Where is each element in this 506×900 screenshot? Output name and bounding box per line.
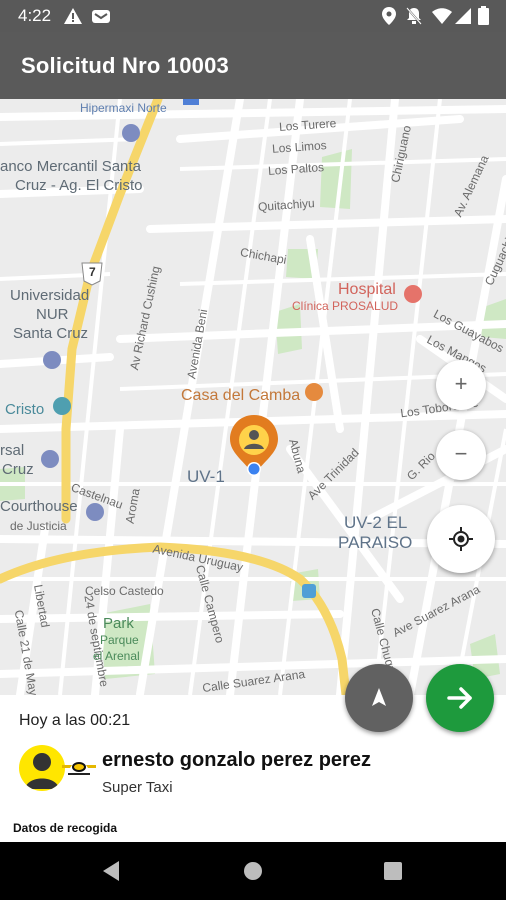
status-bar: 4:22 (0, 0, 506, 32)
driver-avatar (19, 745, 65, 791)
route-shield-label: 7 (89, 265, 96, 279)
map-label: anco Mercantil Santa (0, 158, 141, 175)
map-label: Celso Castedo (85, 584, 164, 598)
map-label: UV-2 EL (344, 513, 408, 532)
map-label: NUR (36, 306, 69, 323)
warning-icon (64, 8, 82, 24)
back-icon[interactable] (101, 861, 121, 881)
zoom-out-button[interactable]: − (436, 430, 486, 480)
map-label: Cruz - Ag. El Cristo (15, 177, 143, 194)
mute-icon (406, 7, 422, 25)
signal-icon (455, 8, 471, 24)
arrow-right-icon (447, 687, 472, 709)
driver-name: ernesto gonzalo perez perez (102, 749, 371, 771)
navigate-button[interactable] (345, 664, 413, 732)
battery-icon (478, 6, 489, 25)
map-label: Parque (100, 633, 139, 647)
notification-icon (92, 10, 110, 23)
map-label: Clínica PROSALUD (292, 299, 399, 313)
map-label: PARAISO (338, 533, 413, 552)
my-location-button[interactable] (427, 505, 495, 573)
map-view[interactable]: Hipermaxi Norte anco Mercantil Santa Cru… (0, 99, 506, 695)
super-taxi-logo-icon (62, 762, 96, 775)
map-label: Cristo (5, 401, 45, 418)
map-label: Casa del Camba (181, 387, 301, 404)
status-time: 4:22 (18, 6, 52, 25)
proceed-button[interactable] (426, 664, 494, 732)
map-label: Hospital (338, 281, 396, 298)
map-label: Courthouse (0, 498, 78, 515)
section-title: Datos de recogida (13, 821, 118, 835)
system-nav-bar (0, 842, 506, 900)
app-bar: Solicitud Nro 10003 (0, 32, 506, 99)
location-icon (382, 7, 396, 25)
page-title: Solicitud Nro 10003 (21, 53, 229, 78)
map-label: rsal (0, 442, 25, 459)
map-label: Park (103, 615, 134, 632)
zoom-in-button[interactable]: + (436, 360, 486, 410)
pickup-time: Hoy a las 00:21 (19, 712, 131, 729)
company-name: Super Taxi (102, 779, 173, 796)
person-icon (25, 753, 59, 789)
crosshair-icon (449, 527, 473, 551)
map-label: el Arenal (93, 649, 140, 663)
wifi-icon (432, 8, 452, 24)
home-icon[interactable] (243, 861, 263, 881)
map-label: Santa Cruz (13, 325, 89, 342)
map-label: Cruz (2, 461, 34, 478)
map-label: Universidad (10, 287, 90, 304)
navigation-arrow-icon (372, 688, 386, 706)
map-label: UV-1 (187, 467, 225, 486)
recents-icon[interactable] (384, 862, 402, 880)
map-label: de Justicia (10, 519, 67, 533)
map-label: Hipermaxi Norte (80, 101, 167, 115)
